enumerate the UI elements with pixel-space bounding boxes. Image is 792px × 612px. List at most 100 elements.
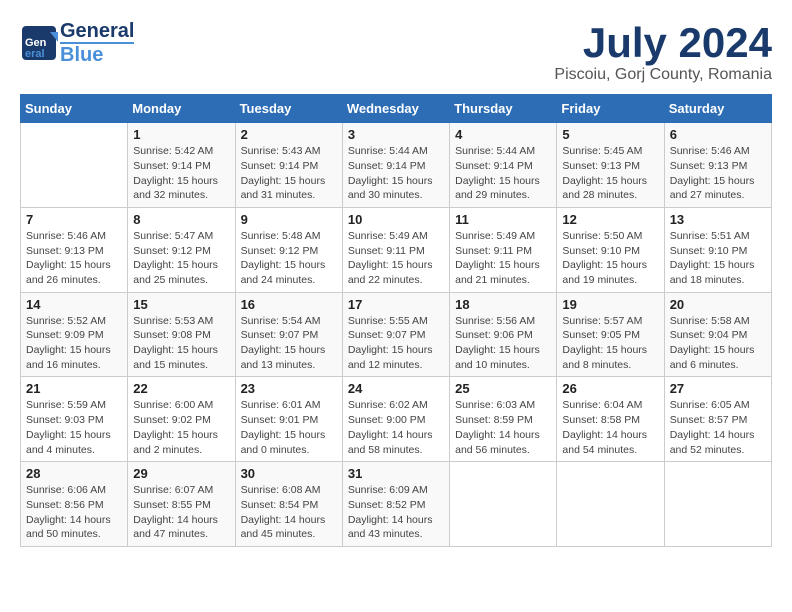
day-header-tuesday: Tuesday <box>235 95 342 123</box>
calendar-cell: 31 Sunrise: 6:09 AMSunset: 8:52 PMDayligh… <box>342 462 449 547</box>
day-number: 21 <box>26 381 122 396</box>
day-info: Sunrise: 5:51 AMSunset: 9:10 PMDaylight:… <box>670 229 766 288</box>
day-number: 14 <box>26 297 122 312</box>
day-number: 29 <box>133 466 229 481</box>
calendar-cell <box>664 462 771 547</box>
day-header-friday: Friday <box>557 95 664 123</box>
calendar-cell: 24 Sunrise: 6:02 AMSunset: 9:00 PMDayligh… <box>342 377 449 462</box>
day-info: Sunrise: 5:45 AMSunset: 9:13 PMDaylight:… <box>562 144 658 203</box>
calendar-cell: 25 Sunrise: 6:03 AMSunset: 8:59 PMDayligh… <box>450 377 557 462</box>
logo-blue: Blue <box>60 42 134 66</box>
month-title: July 2024 <box>554 20 772 66</box>
week-row-1: 1Sunrise: 5:42 AMSunset: 9:14 PMDaylight… <box>21 123 772 208</box>
day-info: Sunrise: 6:08 AMSunset: 8:54 PMDaylight:… <box>241 483 337 542</box>
day-info: Sunrise: 5:46 AMSunset: 9:13 PMDaylight:… <box>670 144 766 203</box>
day-info: Sunrise: 5:44 AMSunset: 9:14 PMDaylight:… <box>348 144 444 203</box>
week-row-4: 21 Sunrise: 5:59 AMSunset: 9:03 PMDayligh… <box>21 377 772 462</box>
logo-icon: Gen eral <box>20 24 58 62</box>
calendar-cell: 27 Sunrise: 6:05 AMSunset: 8:57 PMDayligh… <box>664 377 771 462</box>
week-row-2: 7 Sunrise: 5:46 AMSunset: 9:13 PMDaylight… <box>21 207 772 292</box>
day-number: 13 <box>670 212 766 227</box>
calendar-cell: 17 Sunrise: 5:55 AMSunset: 9:07 PMDayligh… <box>342 292 449 377</box>
day-info: Sunrise: 5:59 AMSunset: 9:03 PMDaylight:… <box>26 398 122 457</box>
day-info: Sunrise: 6:09 AMSunset: 8:52 PMDaylight:… <box>348 483 444 542</box>
day-info: Sunrise: 5:46 AMSunset: 9:13 PMDaylight:… <box>26 229 122 288</box>
week-row-5: 28Sunrise: 6:06 AMSunset: 8:56 PMDayligh… <box>21 462 772 547</box>
day-number: 16 <box>241 297 337 312</box>
calendar-cell: 19Sunrise: 5:57 AMSunset: 9:05 PMDayligh… <box>557 292 664 377</box>
day-number: 11 <box>455 212 551 227</box>
calendar-cell: 7 Sunrise: 5:46 AMSunset: 9:13 PMDaylight… <box>21 207 128 292</box>
day-header-sunday: Sunday <box>21 95 128 123</box>
calendar-cell: 18Sunrise: 5:56 AMSunset: 9:06 PMDayligh… <box>450 292 557 377</box>
calendar-cell: 14 Sunrise: 5:52 AMSunset: 9:09 PMDayligh… <box>21 292 128 377</box>
day-number: 6 <box>670 127 766 142</box>
day-info: Sunrise: 6:05 AMSunset: 8:57 PMDaylight:… <box>670 398 766 457</box>
calendar-cell: 1Sunrise: 5:42 AMSunset: 9:14 PMDaylight… <box>128 123 235 208</box>
location-subtitle: Piscoiu, Gorj County, Romania <box>554 66 772 84</box>
day-number: 28 <box>26 466 122 481</box>
day-header-thursday: Thursday <box>450 95 557 123</box>
day-info: Sunrise: 5:54 AMSunset: 9:07 PMDaylight:… <box>241 314 337 373</box>
day-info: Sunrise: 6:00 AMSunset: 9:02 PMDaylight:… <box>133 398 229 457</box>
day-info: Sunrise: 6:02 AMSunset: 9:00 PMDaylight:… <box>348 398 444 457</box>
day-number: 31 <box>348 466 444 481</box>
calendar-cell: 21 Sunrise: 5:59 AMSunset: 9:03 PMDayligh… <box>21 377 128 462</box>
day-info: Sunrise: 5:53 AMSunset: 9:08 PMDaylight:… <box>133 314 229 373</box>
day-info: Sunrise: 6:04 AMSunset: 8:58 PMDaylight:… <box>562 398 658 457</box>
calendar-cell: 22 Sunrise: 6:00 AMSunset: 9:02 PMDayligh… <box>128 377 235 462</box>
calendar-cell <box>450 462 557 547</box>
day-info: Sunrise: 6:07 AMSunset: 8:55 PMDaylight:… <box>133 483 229 542</box>
day-number: 18 <box>455 297 551 312</box>
day-number: 15 <box>133 297 229 312</box>
calendar-header-row: SundayMondayTuesdayWednesdayThursdayFrid… <box>21 95 772 123</box>
day-info: Sunrise: 5:43 AMSunset: 9:14 PMDaylight:… <box>241 144 337 203</box>
logo-general: General <box>60 20 134 42</box>
day-info: Sunrise: 5:52 AMSunset: 9:09 PMDaylight:… <box>26 314 122 373</box>
day-number: 2 <box>241 127 337 142</box>
week-row-3: 14 Sunrise: 5:52 AMSunset: 9:09 PMDayligh… <box>21 292 772 377</box>
calendar-cell: 16 Sunrise: 5:54 AMSunset: 9:07 PMDayligh… <box>235 292 342 377</box>
day-number: 8 <box>133 212 229 227</box>
calendar-cell <box>557 462 664 547</box>
calendar-cell: 15 Sunrise: 5:53 AMSunset: 9:08 PMDayligh… <box>128 292 235 377</box>
day-number: 27 <box>670 381 766 396</box>
day-number: 10 <box>348 212 444 227</box>
day-info: Sunrise: 6:01 AMSunset: 9:01 PMDaylight:… <box>241 398 337 457</box>
calendar-cell: 8Sunrise: 5:47 AMSunset: 9:12 PMDaylight… <box>128 207 235 292</box>
calendar-cell: 26Sunrise: 6:04 AMSunset: 8:58 PMDayligh… <box>557 377 664 462</box>
day-number: 7 <box>26 212 122 227</box>
day-info: Sunrise: 6:03 AMSunset: 8:59 PMDaylight:… <box>455 398 551 457</box>
day-header-monday: Monday <box>128 95 235 123</box>
calendar-table: SundayMondayTuesdayWednesdayThursdayFrid… <box>20 94 772 547</box>
day-header-saturday: Saturday <box>664 95 771 123</box>
day-info: Sunrise: 5:42 AMSunset: 9:14 PMDaylight:… <box>133 144 229 203</box>
day-number: 3 <box>348 127 444 142</box>
day-info: Sunrise: 5:55 AMSunset: 9:07 PMDaylight:… <box>348 314 444 373</box>
calendar-cell: 11 Sunrise: 5:49 AMSunset: 9:11 PMDayligh… <box>450 207 557 292</box>
day-number: 24 <box>348 381 444 396</box>
calendar-cell: 23Sunrise: 6:01 AMSunset: 9:01 PMDayligh… <box>235 377 342 462</box>
day-info: Sunrise: 5:49 AMSunset: 9:11 PMDaylight:… <box>455 229 551 288</box>
day-number: 30 <box>241 466 337 481</box>
svg-text:eral: eral <box>25 48 45 60</box>
day-number: 17 <box>348 297 444 312</box>
day-number: 20 <box>670 297 766 312</box>
logo: Gen eral General Blue <box>20 20 134 66</box>
day-number: 22 <box>133 381 229 396</box>
title-block: July 2024 Piscoiu, Gorj County, Romania <box>554 20 772 84</box>
page-header: Gen eral General Blue July 2024 Piscoiu,… <box>20 20 772 84</box>
calendar-cell: 12 Sunrise: 5:50 AMSunset: 9:10 PMDayligh… <box>557 207 664 292</box>
calendar-cell: 9Sunrise: 5:48 AMSunset: 9:12 PMDaylight… <box>235 207 342 292</box>
calendar-cell: 5Sunrise: 5:45 AMSunset: 9:13 PMDaylight… <box>557 123 664 208</box>
day-number: 19 <box>562 297 658 312</box>
calendar-cell: 4Sunrise: 5:44 AMSunset: 9:14 PMDaylight… <box>450 123 557 208</box>
calendar-cell: 6 Sunrise: 5:46 AMSunset: 9:13 PMDaylight… <box>664 123 771 208</box>
day-number: 9 <box>241 212 337 227</box>
day-number: 25 <box>455 381 551 396</box>
calendar-cell: 28Sunrise: 6:06 AMSunset: 8:56 PMDayligh… <box>21 462 128 547</box>
calendar-cell: 20Sunrise: 5:58 AMSunset: 9:04 PMDayligh… <box>664 292 771 377</box>
day-number: 12 <box>562 212 658 227</box>
day-info: Sunrise: 5:50 AMSunset: 9:10 PMDaylight:… <box>562 229 658 288</box>
calendar-cell: 2 Sunrise: 5:43 AMSunset: 9:14 PMDaylight… <box>235 123 342 208</box>
